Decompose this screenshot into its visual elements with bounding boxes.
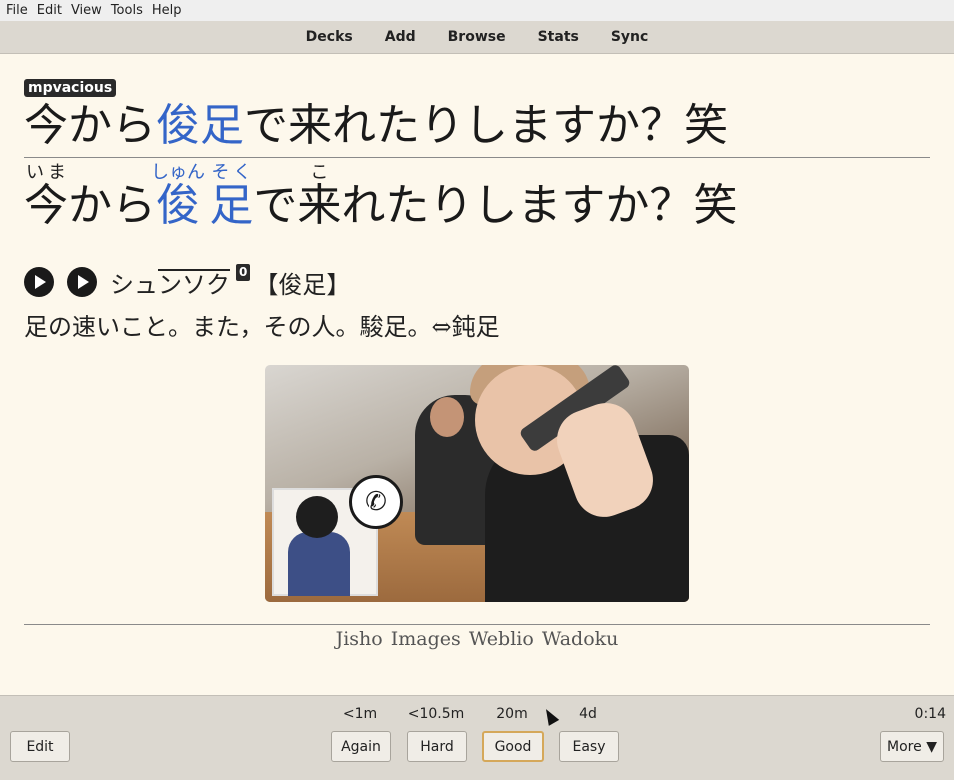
furigana-shun: 俊しゅん: [151, 162, 205, 231]
card-back-sentence: 今いまから俊しゅん 足そくで来これたりしますか？笑: [24, 162, 737, 233]
screenshot-image: ✆: [265, 365, 689, 602]
front-target-word: 俊足: [156, 100, 244, 151]
front-post: で来れたりしますか？笑: [244, 100, 728, 151]
good-button[interactable]: Good: [482, 731, 544, 762]
back-rest: れたりしますか？笑: [341, 180, 738, 231]
phone-call-icon: ✆: [349, 475, 403, 529]
edit-button[interactable]: Edit: [10, 731, 70, 762]
toolbar-sync[interactable]: Sync: [611, 29, 648, 45]
toolbar-decks[interactable]: Decks: [306, 29, 353, 45]
links-divider: [24, 624, 930, 625]
back-de: で: [253, 180, 298, 231]
interval-easy: 4d: [579, 706, 597, 722]
interval-good: 20m: [496, 706, 528, 722]
more-button[interactable]: More ▼: [880, 731, 944, 762]
toolbar-stats[interactable]: Stats: [538, 29, 579, 45]
play-audio-icon[interactable]: [24, 267, 54, 297]
hard-button[interactable]: Hard: [407, 731, 467, 762]
back-kara: から: [68, 180, 156, 231]
headword-kanji: 【俊足】: [254, 270, 351, 299]
link-images[interactable]: Images: [391, 628, 461, 650]
dictionary-entry: シュ ンソク 0 【俊足】: [24, 262, 350, 302]
menu-help[interactable]: Help: [152, 3, 182, 18]
furigana-soku: 足そく: [209, 162, 254, 231]
menu-edit[interactable]: Edit: [37, 3, 62, 18]
menu-bar: File Edit View Tools Help: [0, 0, 954, 21]
interval-hard: <10.5m: [407, 706, 465, 722]
menu-view[interactable]: View: [71, 3, 102, 18]
link-wadoku[interactable]: Wadoku: [542, 628, 619, 650]
again-button[interactable]: Again: [331, 731, 391, 762]
answer-bar: <1m <10.5m 20m 4d 0:14 Edit Again Hard G…: [0, 695, 954, 780]
front-pre: 今から: [24, 100, 156, 151]
easy-button[interactable]: Easy: [559, 731, 619, 762]
lookup-links: Jisho Images Weblio Wadoku: [0, 628, 954, 650]
furigana-ima: 今いま: [24, 162, 68, 231]
link-jisho[interactable]: Jisho: [336, 628, 383, 650]
reading-pre: シュ: [110, 270, 158, 299]
card-front-sentence: 今から俊足で来れたりしますか？笑: [24, 98, 728, 154]
main-toolbar: Decks Add Browse Stats Sync: [0, 21, 954, 54]
definition-text: 足の速いこと。また，その人。駿足。⇔鈍足: [24, 313, 500, 341]
toolbar-browse[interactable]: Browse: [448, 29, 506, 45]
interval-again: <1m: [342, 706, 378, 722]
toolbar-add[interactable]: Add: [385, 29, 416, 45]
answer-divider: [24, 157, 930, 158]
link-weblio[interactable]: Weblio: [469, 628, 534, 650]
card-tag: mpvacious: [24, 79, 117, 97]
reading-accented: ンソク: [158, 270, 230, 299]
play-audio-icon[interactable]: [67, 267, 97, 297]
pitch-accent-badge: 0: [236, 264, 251, 281]
card-view: mpvacious 今から俊足で来れたりしますか？笑 今いまから俊しゅん 足そく…: [0, 54, 954, 695]
furigana-ko: 来こ: [297, 162, 342, 231]
menu-file[interactable]: File: [6, 3, 28, 18]
review-timer: 0:14: [914, 706, 946, 722]
menu-tools[interactable]: Tools: [111, 3, 143, 18]
